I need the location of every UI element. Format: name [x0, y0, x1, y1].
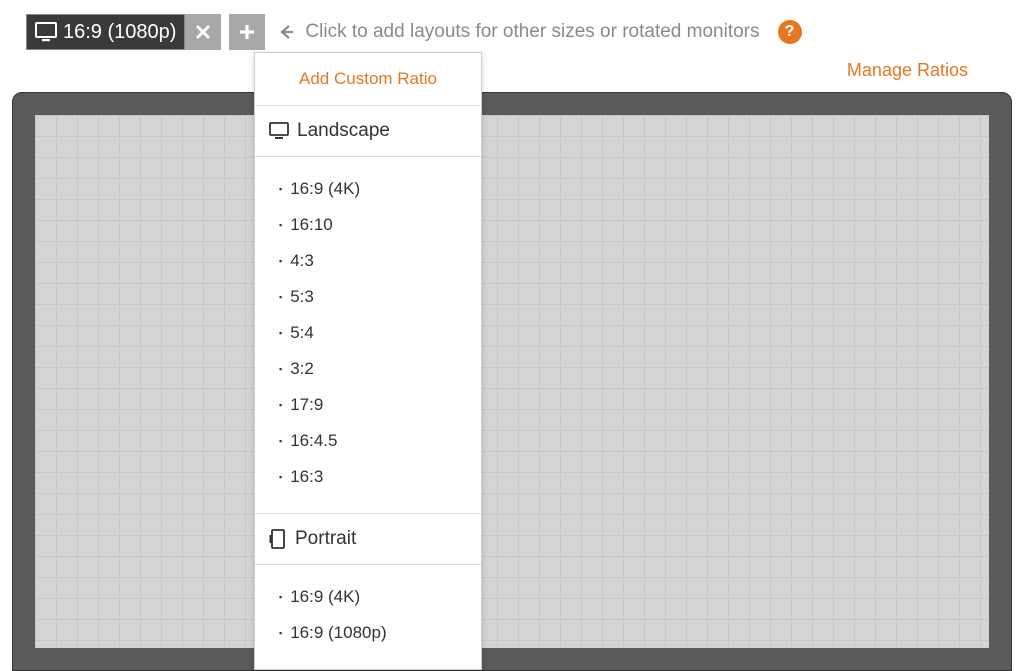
ratio-option[interactable]: 5:3	[269, 279, 467, 315]
ratio-option[interactable]: 16:3	[269, 459, 467, 495]
portrait-label: Portrait	[295, 528, 356, 550]
close-tab-button[interactable]	[185, 14, 221, 50]
add-custom-ratio-item[interactable]: Add Custom Ratio	[255, 53, 481, 106]
layout-grid-canvas[interactable]	[35, 115, 989, 648]
manage-ratios-link[interactable]: Manage Ratios	[847, 60, 968, 81]
layout-canvas-frame	[12, 92, 1012, 671]
ratio-option[interactable]: 16:9 (4K)	[269, 579, 467, 615]
ratio-option[interactable]: 17:9	[269, 387, 467, 423]
hint-label: Click to add layouts for other sizes or …	[305, 21, 759, 43]
help-icon[interactable]: ?	[778, 20, 802, 44]
ratio-option[interactable]: 16:10	[269, 207, 467, 243]
landscape-label: Landscape	[297, 120, 390, 142]
portrait-section-header: Portrait	[255, 514, 481, 565]
plus-icon	[238, 23, 256, 41]
ratio-option[interactable]: 16:9 (1080p)	[269, 615, 467, 651]
ratio-option[interactable]: 16:4.5	[269, 423, 467, 459]
ratio-option[interactable]: 5:4	[269, 315, 467, 351]
current-ratio-tab[interactable]: 16:9 (1080p)	[26, 14, 185, 50]
close-icon	[196, 25, 210, 39]
landscape-list: 16:9 (4K) 16:10 4:3 5:3 5:4 3:2 17:9 16:…	[255, 157, 481, 514]
layout-toolbar: 16:9 (1080p) Click to add layouts for ot…	[0, 0, 1024, 64]
hint-text: Click to add layouts for other sizes or …	[277, 20, 801, 44]
ratio-option[interactable]: 3:2	[269, 351, 467, 387]
current-ratio-label: 16:9 (1080p)	[63, 21, 176, 44]
monitor-icon	[35, 22, 57, 42]
portrait-list: 16:9 (4K) 16:9 (1080p)	[255, 565, 481, 669]
landscape-icon	[269, 122, 289, 140]
arrow-left-icon	[277, 22, 297, 42]
ratio-option[interactable]: 4:3	[269, 243, 467, 279]
landscape-section-header: Landscape	[255, 106, 481, 157]
add-layout-button[interactable]	[229, 14, 265, 50]
portrait-icon	[269, 529, 287, 549]
ratio-option[interactable]: 16:9 (4K)	[269, 171, 467, 207]
ratio-dropdown: Add Custom Ratio Landscape 16:9 (4K) 16:…	[254, 52, 482, 670]
